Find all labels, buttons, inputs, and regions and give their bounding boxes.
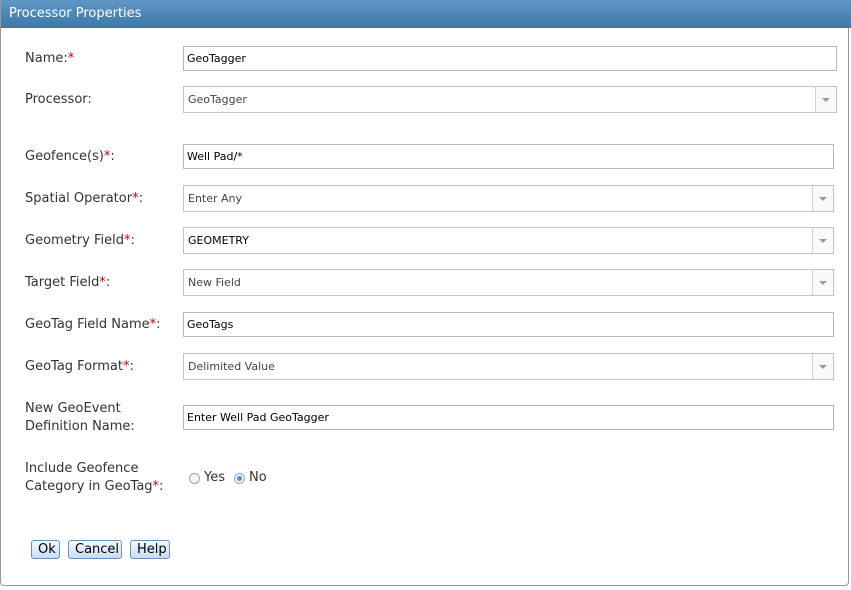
geofences-label: Geofence(s)*: xyxy=(25,149,115,164)
include-category-yes-label[interactable]: Yes xyxy=(204,470,225,485)
cancel-button[interactable]: Cancel xyxy=(68,540,122,559)
include-category-no-label[interactable]: No xyxy=(249,470,267,485)
processor-select[interactable]: GeoTagger xyxy=(183,86,837,113)
spatial-operator-select[interactable]: Enter Any xyxy=(183,185,834,212)
geotag-format-select[interactable]: Delimited Value xyxy=(183,353,834,380)
geometry-field-value: GEOMETRY xyxy=(188,234,249,247)
include-category-no-radio[interactable] xyxy=(234,473,245,484)
include-geofence-category-label: Include Geofence Category in GeoTag*: xyxy=(25,461,164,494)
processor-properties-dialog: Processor Properties Name:* GeoTagger Pr… xyxy=(0,0,851,586)
processor-select-value: GeoTagger xyxy=(188,93,247,106)
geotag-format-label: GeoTag Format*: xyxy=(25,359,134,374)
target-field-select[interactable]: New Field xyxy=(183,269,834,296)
chevron-down-icon[interactable] xyxy=(812,354,833,379)
geotag-field-name-input[interactable]: GeoTags xyxy=(183,312,834,337)
spatial-operator-value: Enter Any xyxy=(188,192,243,205)
chevron-down-icon[interactable] xyxy=(815,87,836,112)
geotag-format-value: Delimited Value xyxy=(188,360,275,373)
spatial-operator-label: Spatial Operator*: xyxy=(25,191,143,206)
geotag-field-name-label: GeoTag Field Name*: xyxy=(25,317,161,332)
dialog-title: Processor Properties xyxy=(1,0,851,28)
include-category-yes-radio[interactable] xyxy=(189,473,200,484)
name-label: Name:* xyxy=(25,51,75,66)
new-geoevent-definition-label: New GeoEvent Definition Name: xyxy=(25,401,135,434)
target-field-label: Target Field*: xyxy=(25,275,111,290)
ok-button[interactable]: Ok xyxy=(31,540,60,559)
chevron-down-icon[interactable] xyxy=(812,270,833,295)
processor-label: Processor: xyxy=(25,92,92,107)
help-button[interactable]: Help xyxy=(130,540,170,559)
geometry-field-label: Geometry Field*: xyxy=(25,233,135,248)
geofences-input[interactable]: Well Pad/* xyxy=(183,144,834,169)
chevron-down-icon[interactable] xyxy=(812,228,833,253)
required-mark: * xyxy=(67,51,75,66)
target-field-value: New Field xyxy=(188,276,241,289)
chevron-down-icon[interactable] xyxy=(812,186,833,211)
name-input[interactable]: GeoTagger xyxy=(183,46,837,71)
new-geoevent-definition-input[interactable]: Enter Well Pad GeoTagger xyxy=(183,405,834,430)
geometry-field-select[interactable]: GEOMETRY xyxy=(183,227,834,254)
